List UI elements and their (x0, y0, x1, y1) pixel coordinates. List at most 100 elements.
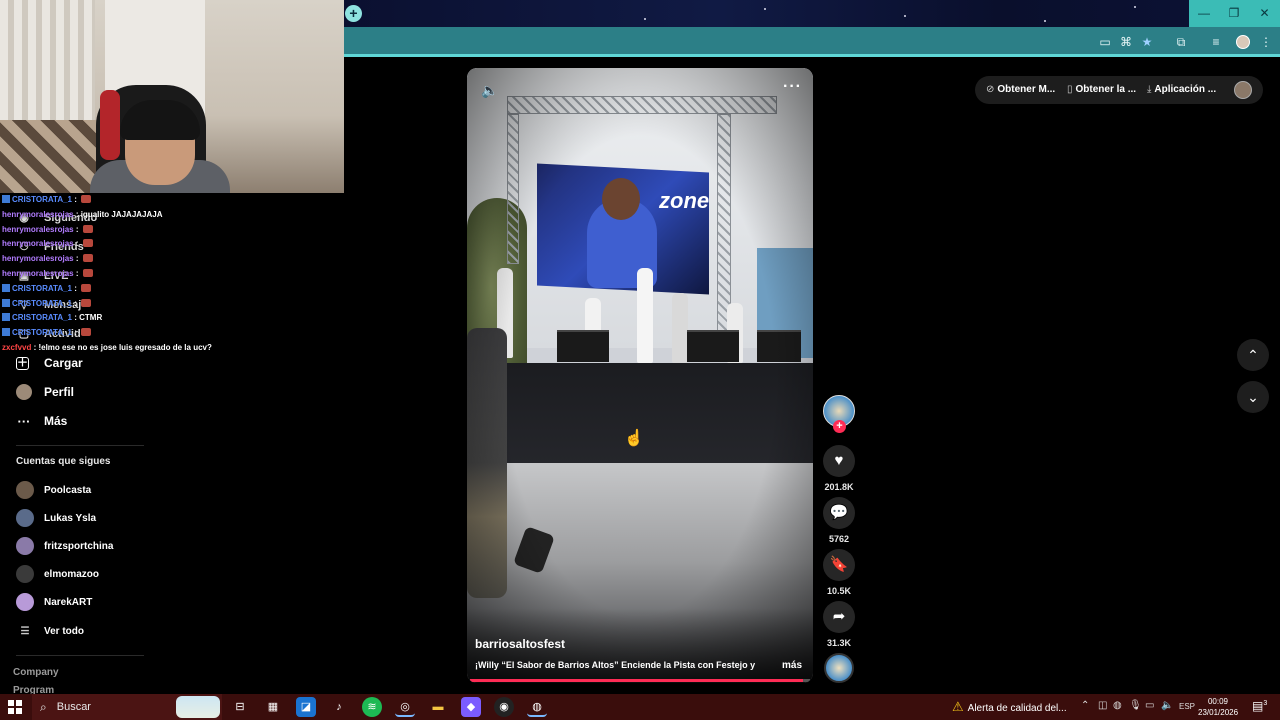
chat-emote-icon (81, 298, 92, 307)
share-arrow-icon: ➦ (832, 608, 846, 625)
tray-icon[interactable]: ◍ (1113, 700, 1122, 711)
like-button[interactable]: ♥ (823, 445, 855, 477)
chat-message: CRISTORATA_1 : (2, 328, 92, 338)
more-dots-icon: ··· (17, 413, 31, 429)
chat-message: henrymoralesrojas : (2, 239, 93, 248)
coin-icon: ⊘ (986, 84, 995, 95)
tiktok-icon[interactable]: ♪ (329, 697, 349, 717)
sidebar-item-more[interactable]: ··· Más (16, 410, 68, 432)
chevron-down-icon: ⌄ (1247, 389, 1259, 405)
chat-emote-icon (82, 254, 93, 263)
chat-message: henrymoralesrojas : igualito JAJAJAJAJA (2, 210, 163, 219)
menu-icon[interactable]: ⋮ (1258, 34, 1274, 50)
follow-plus-icon[interactable]: + (833, 420, 846, 433)
following-account[interactable]: fritzsportchina (16, 536, 113, 556)
chat-separator: : (73, 269, 81, 278)
volume-icon[interactable]: 🔈 (1161, 700, 1173, 711)
chat-badge-icon (2, 298, 10, 307)
video-caption: ¡Willy “El Sabor de Barrios Altos” Encie… (475, 660, 756, 670)
bookmark-star-icon[interactable]: ★ (1139, 34, 1155, 50)
bookmark-icon: 🔖 (829, 556, 849, 573)
desktop-app-button[interactable]: ⤓ Aplicación ... (1147, 84, 1216, 95)
like-count: 201.8K (824, 482, 854, 492)
sidebar-item-profile[interactable]: Perfil (16, 381, 74, 403)
previous-video-button[interactable]: ⌃ (1237, 339, 1269, 371)
task-view-icon[interactable]: ⊟ (230, 697, 250, 717)
media-icon[interactable]: ≡ (1208, 34, 1224, 50)
avatar[interactable] (1234, 81, 1252, 99)
windows-start-icon[interactable] (8, 700, 22, 714)
outlook-icon[interactable]: ◪ (296, 697, 316, 717)
chat-message: henrymoralesrojas : (2, 269, 93, 278)
avatar (16, 565, 34, 583)
search-highlight-image (176, 696, 220, 718)
get-coins-button[interactable]: ⊘ Obtener M... (986, 84, 1055, 95)
see-all-link[interactable]: ☰ Ver todo (16, 621, 85, 641)
translate-icon[interactable]: ⌘ (1118, 34, 1134, 50)
following-account[interactable]: Poolcasta (16, 480, 91, 500)
chat-separator: : (73, 224, 81, 234)
minimize-button[interactable]: — (1189, 0, 1219, 27)
music-disc-icon[interactable] (824, 653, 854, 683)
restore-button[interactable]: ❐ (1219, 0, 1249, 27)
obs-icon[interactable]: ◉ (494, 697, 514, 717)
chat-username: henrymoralesrojas (2, 209, 74, 219)
chat-username: CRISTORATA_1 (12, 298, 73, 308)
close-button[interactable]: ✕ (1249, 0, 1280, 27)
explorer-icon[interactable]: ▬ (428, 697, 448, 717)
chat-message: CRISTORATA_1 : CTMR (2, 313, 102, 322)
taskbar-search[interactable]: ⌕ Buscar (32, 694, 222, 720)
account-name: Lukas Ysla (44, 512, 97, 524)
air-quality-alert[interactable]: ⚠ Alerta de calidad del... (952, 699, 1067, 715)
chat-username: CRISTORATA_1 (12, 313, 73, 323)
following-account[interactable]: NarekART (16, 592, 92, 612)
spotify-icon[interactable]: ≋ (362, 697, 382, 717)
sidebar-item-upload[interactable]: ＋ Cargar (16, 352, 83, 374)
chat-emote-icon (81, 283, 92, 292)
next-video-button[interactable]: ⌄ (1237, 381, 1269, 413)
microphone-icon[interactable]: 🎙 (1129, 700, 1142, 711)
chat-username: CRISTORATA_1 (12, 328, 73, 338)
chat-separator: : (73, 254, 81, 264)
notification-center-button[interactable]: ▤3 (1252, 699, 1267, 713)
chat-badge-icon (2, 313, 10, 322)
chrome-icon[interactable]: ◎ (395, 697, 415, 717)
figma-icon[interactable]: ◆ (461, 697, 481, 717)
search-icon: ⌕ (40, 699, 47, 714)
caption-more-button[interactable]: más (782, 660, 802, 671)
chat-message: henrymoralesrojas : (2, 254, 93, 263)
language-indicator[interactable]: ESP (1179, 702, 1195, 711)
new-tab-button[interactable]: + (345, 5, 362, 22)
taskbar: ⌕ Buscar ⊟ ▦ ◪ ♪ ≋ ◎ ▬ ◆ ◉ ◍ ⚠ Alerta de … (0, 694, 1280, 720)
chat-separator: : (73, 239, 81, 249)
chat-message: henrymoralesrojas : (2, 224, 93, 234)
account-name: NarekART (44, 596, 93, 608)
following-account[interactable]: Lukas Ysla (16, 508, 96, 528)
share-button[interactable]: ➦ (823, 601, 855, 633)
chat-emote-icon (82, 239, 93, 248)
get-app-button[interactable]: ▯ Obtener la ... (1067, 84, 1136, 95)
more-options-icon[interactable]: ··· (783, 78, 802, 96)
avatar (16, 537, 34, 555)
footer-link-company[interactable]: Company (13, 667, 59, 678)
chrome-profile-icon[interactable]: ◍ (527, 697, 547, 717)
store-icon[interactable]: ▦ (263, 697, 283, 717)
extensions-icon[interactable]: ⧉ (1173, 34, 1189, 50)
chat-username: henrymoralesrojas (2, 269, 74, 278)
chat-badge-icon (2, 195, 10, 203)
comment-button[interactable]: 💬 (823, 497, 855, 529)
chevron-up-icon[interactable]: ⌃ (1081, 700, 1089, 711)
following-account[interactable]: elmomazoo (16, 564, 99, 584)
clock[interactable]: 00:09 23/01/2026 (1198, 696, 1238, 718)
chat-message: CRISTORATA_1 : (2, 298, 92, 308)
video-author[interactable]: barriosaltosfest (475, 637, 565, 651)
network-icon[interactable]: ▭ (1145, 700, 1154, 711)
profile-avatar[interactable] (1236, 35, 1250, 49)
save-button[interactable]: 🔖 (823, 549, 855, 581)
volume-icon[interactable]: 🔈 (481, 82, 498, 99)
video-player[interactable]: zone 🔈 ··· barriosaltosfest ¡Willy “El S… (467, 68, 813, 683)
tray-icon[interactable]: ◫ (1098, 700, 1107, 711)
following-heading: Cuentas que sigues (16, 456, 111, 467)
video-progress-bar[interactable] (470, 679, 810, 682)
cast-icon[interactable]: ▭ (1097, 34, 1113, 50)
